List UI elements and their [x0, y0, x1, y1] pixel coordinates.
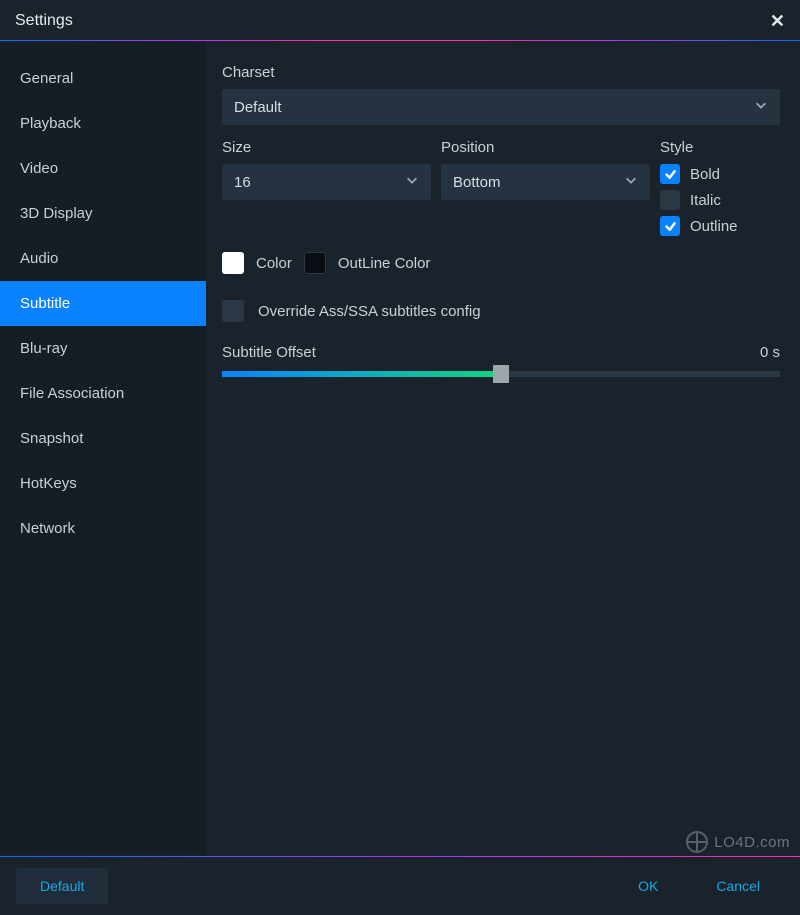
color-label: Color [256, 255, 292, 272]
style-bold-checkbox[interactable]: Bold [660, 164, 780, 184]
size-field: Size 16 [222, 139, 431, 236]
sidebar-item-audio[interactable]: Audio [0, 236, 206, 281]
style-field: Style Bold Italic Outline [660, 139, 780, 236]
chevron-down-icon [624, 173, 638, 191]
settings-panel: Charset Default Size 16 Position Bottom [206, 42, 800, 855]
cancel-button[interactable]: Cancel [692, 868, 784, 904]
ok-button[interactable]: OK [614, 868, 682, 904]
color-swatch[interactable] [222, 252, 244, 274]
default-button[interactable]: Default [16, 868, 108, 904]
checkbox-icon [660, 190, 680, 210]
charset-value: Default [234, 99, 282, 116]
color-row: Color OutLine Color [222, 252, 780, 274]
sidebar-item-network[interactable]: Network [0, 506, 206, 551]
sidebar-item-bluray[interactable]: Blu-ray [0, 326, 206, 371]
subtitle-offset-label: Subtitle Offset [222, 344, 316, 361]
override-label: Override Ass/SSA subtitles config [258, 303, 481, 320]
size-select[interactable]: 16 [222, 164, 431, 200]
slider-fill [222, 371, 501, 377]
style-italic-checkbox[interactable]: Italic [660, 190, 780, 210]
style-outline-label: Outline [690, 218, 738, 235]
sidebar-item-subtitle[interactable]: Subtitle [0, 281, 206, 326]
sidebar-item-video[interactable]: Video [0, 146, 206, 191]
style-label: Style [660, 139, 780, 156]
slider-thumb[interactable] [493, 365, 509, 383]
size-value: 16 [234, 174, 251, 191]
sidebar: General Playback Video 3D Display Audio … [0, 42, 206, 855]
sidebar-item-file-association[interactable]: File Association [0, 371, 206, 416]
position-select[interactable]: Bottom [441, 164, 650, 200]
sidebar-item-3d-display[interactable]: 3D Display [0, 191, 206, 236]
subtitle-offset-value: 0 s [760, 344, 780, 361]
position-label: Position [441, 139, 650, 156]
sidebar-item-playback[interactable]: Playback [0, 101, 206, 146]
subtitle-offset-field: Subtitle Offset 0 s [222, 344, 780, 377]
outline-color-swatch[interactable] [304, 252, 326, 274]
position-field: Position Bottom [441, 139, 650, 236]
chevron-down-icon [754, 98, 768, 116]
style-bold-label: Bold [690, 166, 720, 183]
sidebar-item-snapshot[interactable]: Snapshot [0, 416, 206, 461]
checkbox-icon [660, 216, 680, 236]
chevron-down-icon [405, 173, 419, 191]
checkbox-icon [660, 164, 680, 184]
window-body: General Playback Video 3D Display Audio … [0, 42, 800, 855]
style-italic-label: Italic [690, 192, 721, 209]
subtitle-offset-slider[interactable] [222, 371, 780, 377]
window-title: Settings [15, 12, 73, 30]
position-value: Bottom [453, 174, 501, 191]
titlebar: Settings ✕ [0, 0, 800, 42]
close-icon[interactable]: ✕ [770, 12, 785, 30]
charset-label: Charset [222, 64, 780, 81]
style-outline-checkbox[interactable]: Outline [660, 216, 780, 236]
checkbox-icon [222, 300, 244, 322]
footer: Default OK Cancel [0, 855, 800, 915]
size-label: Size [222, 139, 431, 156]
sidebar-item-general[interactable]: General [0, 56, 206, 101]
outline-color-label: OutLine Color [338, 255, 431, 272]
charset-select[interactable]: Default [222, 89, 780, 125]
sidebar-item-hotkeys[interactable]: HotKeys [0, 461, 206, 506]
override-checkbox[interactable]: Override Ass/SSA subtitles config [222, 300, 780, 322]
